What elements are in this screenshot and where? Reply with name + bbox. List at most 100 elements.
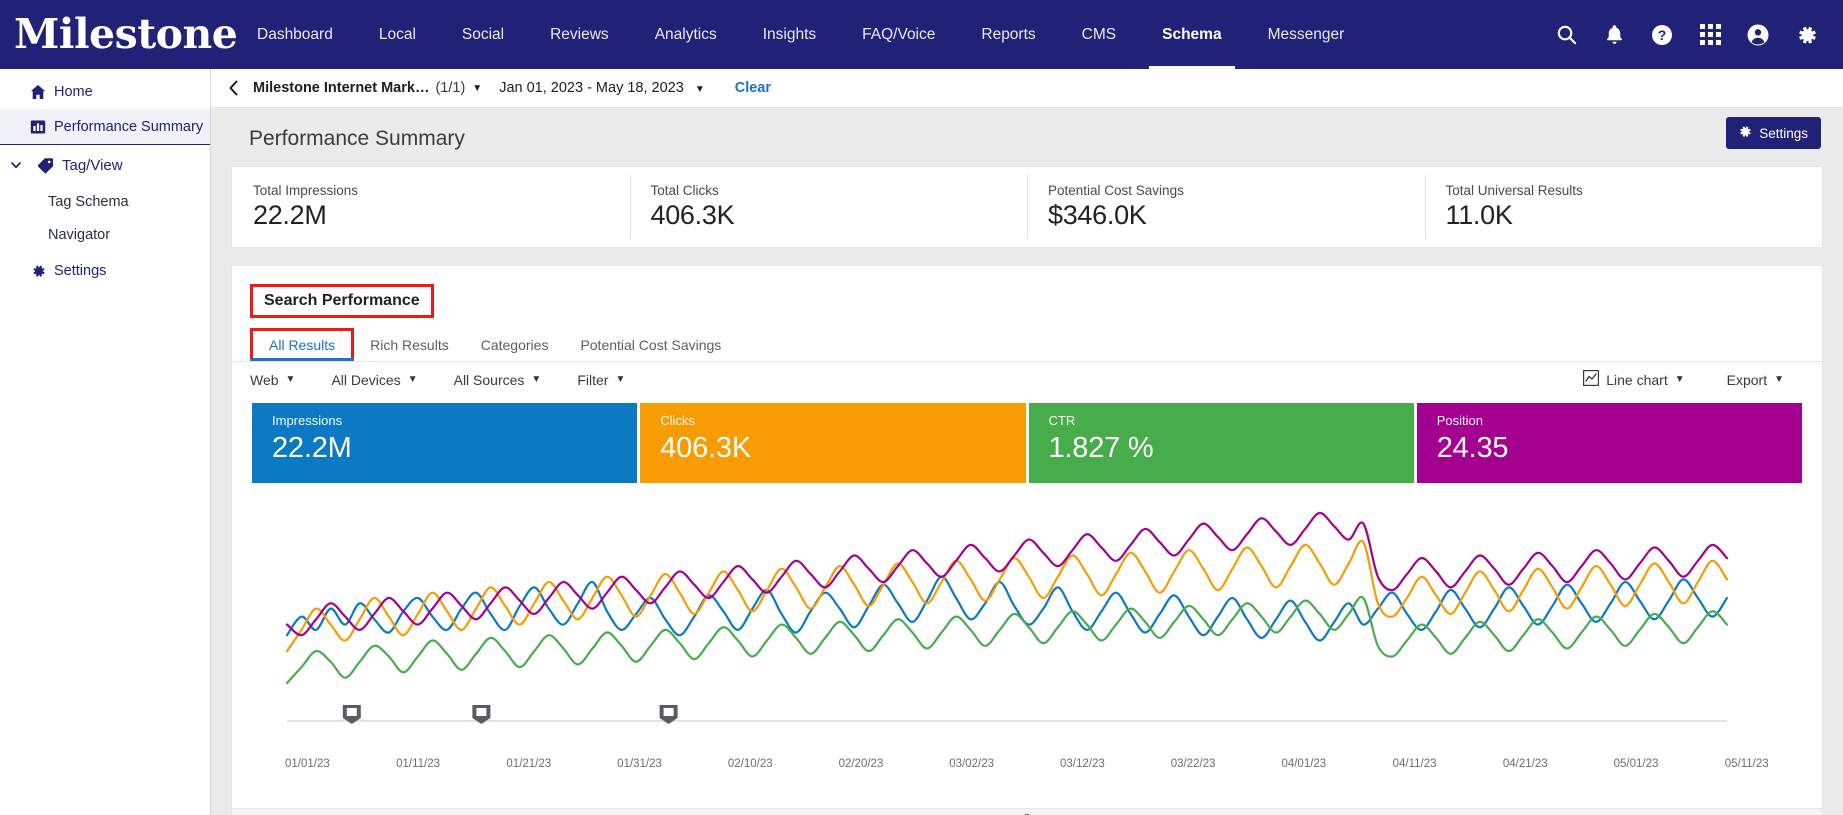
chevron-down-icon[interactable] (9, 158, 25, 172)
account-dropdown-caret-icon[interactable]: ▼ (472, 83, 482, 94)
metric-tile-ctr[interactable]: CTR 1.827 % (1029, 403, 1414, 483)
nav-item-local[interactable]: Local (356, 0, 439, 69)
nav-item-reviews[interactable]: Reviews (527, 0, 632, 69)
account-selector-label[interactable]: Milestone Internet Mark… (253, 80, 429, 96)
gear-icon (29, 262, 46, 279)
tag-icon (37, 157, 54, 174)
metric-tile-clicks[interactable]: Clicks 406.3K (640, 403, 1025, 483)
tab-potential-cost-savings[interactable]: Potential Cost Savings (564, 328, 737, 361)
main-content: Milestone Internet Mark… (1/1) ▼ Jan 01,… (211, 69, 1843, 815)
search-performance-panel: Search Performance All Results Rich Resu… (231, 265, 1823, 815)
sidebar-item-settings[interactable]: Settings (0, 253, 210, 288)
chart-series-position (287, 513, 1727, 635)
metric-tile-label: CTR (1049, 413, 1414, 428)
nav-item-reports[interactable]: Reports (958, 0, 1058, 69)
tab-rich-results[interactable]: Rich Results (354, 328, 465, 361)
nav-item-insights[interactable]: Insights (740, 0, 839, 69)
chevron-down-icon: ▼ (408, 374, 418, 385)
nav-item-faq-voice[interactable]: FAQ/Voice (839, 0, 958, 69)
scroll-down-indicator[interactable]: ▾ (232, 808, 1822, 815)
x-axis-tick: 03/22/23 (1138, 758, 1249, 770)
nav-item-cms[interactable]: CMS (1059, 0, 1139, 69)
bar-chart-icon (29, 118, 46, 135)
export-dropdown[interactable]: Export ▼ (1727, 372, 1784, 388)
chevron-down-icon: ▼ (531, 374, 541, 385)
filter-sources-label: All Sources (454, 372, 525, 388)
metric-tile-position[interactable]: Position 24.35 (1417, 403, 1802, 483)
search-performance-tabs: All Results Rich Results Categories Pote… (232, 328, 1822, 362)
nav-item-social[interactable]: Social (439, 0, 527, 69)
top-navigation-bar: Milestone Dashboard Local Social Reviews… (0, 0, 1843, 69)
sidebar-item-navigator[interactable]: Navigator (0, 218, 210, 251)
date-dropdown-caret-icon[interactable]: ▼ (695, 84, 705, 95)
metric-tile-value: 406.3K (660, 432, 1025, 465)
sidebar-group-label: Tag/View (62, 157, 123, 174)
metric-tile-label: Clicks (660, 413, 1025, 428)
tab-all-results[interactable]: All Results (250, 328, 354, 361)
kpi-value: 11.0K (1446, 200, 1823, 231)
tab-categories[interactable]: Categories (465, 328, 565, 361)
sidebar-item-tag-schema[interactable]: Tag Schema (0, 185, 210, 218)
metric-tile-label: Position (1437, 413, 1802, 428)
filter-devices-dropdown[interactable]: All Devices ▼ (331, 372, 417, 388)
chevron-down-icon: ▼ (1774, 374, 1784, 385)
nav-item-schema[interactable]: Schema (1139, 0, 1244, 69)
filter-web-dropdown[interactable]: Web ▼ (250, 372, 295, 388)
sidebar-item-label-performance-summary: Performance Summary (54, 119, 203, 135)
date-range-label: Jan 01, 2023 - May 18, 2023 (499, 80, 684, 96)
settings-button[interactable]: Settings (1726, 117, 1821, 149)
metric-tile-label: Impressions (272, 413, 637, 428)
account-icon[interactable] (1745, 22, 1771, 48)
settings-button-label: Settings (1759, 126, 1808, 141)
gear-icon[interactable] (1793, 22, 1819, 48)
main-nav-items: Dashboard Local Social Reviews Analytics… (234, 0, 1367, 69)
kpi-value: 406.3K (651, 200, 1028, 231)
export-label: Export (1727, 372, 1767, 388)
kpi-label: Total Universal Results (1446, 183, 1823, 198)
kpi-value: $346.0K (1048, 200, 1425, 231)
sidebar-group-tag-view[interactable]: Tag/View (0, 145, 210, 185)
top-nav-icon-group: ? (1553, 22, 1843, 48)
clear-filters-button[interactable]: Clear (735, 80, 771, 96)
chart-controls-right: Line chart ▼ Export ▼ (1583, 370, 1804, 389)
chart-svg (252, 483, 1802, 743)
help-icon[interactable]: ? (1649, 22, 1675, 48)
x-axis-tick: 03/12/23 (1027, 758, 1138, 770)
x-axis-tick: 01/31/23 (584, 758, 695, 770)
kpi-potential-cost-savings: Potential Cost Savings $346.0K (1027, 167, 1425, 247)
nav-item-analytics[interactable]: Analytics (632, 0, 740, 69)
sidebar-item-performance-summary[interactable]: Performance Summary (0, 109, 210, 144)
filter-bar: Milestone Internet Mark… (1/1) ▼ Jan 01,… (211, 69, 1843, 108)
metric-tile-value: 24.35 (1437, 432, 1802, 465)
filter-label: Filter (577, 372, 608, 388)
x-axis-tick: 01/01/23 (252, 758, 363, 770)
x-axis-tick: 01/11/23 (363, 758, 474, 770)
kpi-total-impressions: Total Impressions 22.2M (232, 167, 630, 247)
x-axis-tick: 04/11/23 (1359, 758, 1470, 770)
chevron-down-icon: ▼ (1675, 374, 1685, 385)
chart-series-impressions (287, 577, 1727, 641)
date-range-selector[interactable]: Jan 01, 2023 - May 18, 2023 ▼ (499, 80, 705, 96)
search-icon[interactable] (1553, 22, 1579, 48)
chevron-down-icon: ▼ (615, 374, 625, 385)
nav-item-dashboard[interactable]: Dashboard (234, 0, 356, 69)
sidebar-item-label-settings: Settings (54, 263, 106, 279)
sidebar-item-home[interactable]: Home (0, 74, 210, 109)
svg-text:?: ? (1658, 27, 1667, 43)
sidebar-item-label-home: Home (54, 84, 93, 100)
chart-type-dropdown[interactable]: Line chart ▼ (1583, 370, 1684, 389)
chevron-left-icon[interactable] (221, 75, 247, 101)
filter-dropdown[interactable]: Filter ▼ (577, 372, 625, 388)
nav-item-messenger[interactable]: Messenger (1245, 0, 1368, 69)
brand-logo[interactable]: Milestone (14, 14, 229, 55)
performance-line-chart[interactable] (252, 483, 1802, 758)
filter-sources-dropdown[interactable]: All Sources ▼ (454, 372, 542, 388)
x-axis-tick: 03/02/23 (916, 758, 1027, 770)
kpi-total-clicks: Total Clicks 406.3K (630, 167, 1028, 247)
bell-icon[interactable] (1601, 22, 1627, 48)
search-performance-title: Search Performance (250, 284, 434, 318)
apps-grid-icon[interactable] (1697, 22, 1723, 48)
x-axis-tick: 01/21/23 (473, 758, 584, 770)
metric-tile-impressions[interactable]: Impressions 22.2M (252, 403, 637, 483)
x-axis-tick: 05/01/23 (1581, 758, 1692, 770)
